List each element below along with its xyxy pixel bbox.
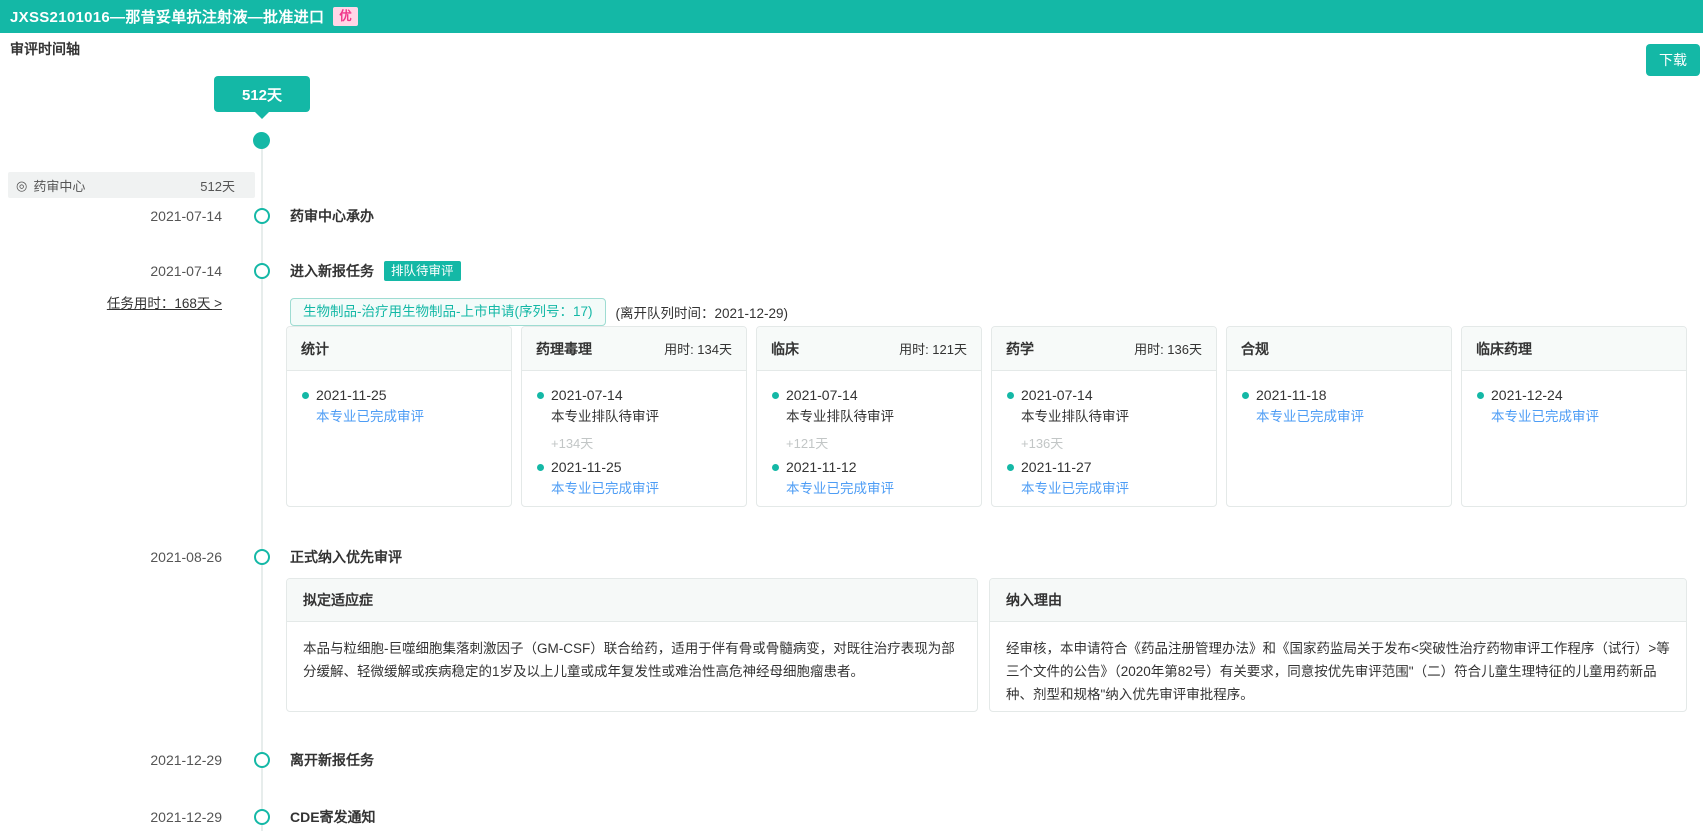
card-item: 2021-11-27 本专业已完成审评 — [1004, 457, 1204, 499]
event-label: 离开新报任务 — [290, 749, 374, 771]
item-status-link[interactable]: 本专业已完成审评 — [1021, 478, 1204, 499]
app-window: JXSS2101016—那昔妥单抗注射液—批准进口 优 审评时间轴 下载 512… — [0, 0, 1703, 831]
event-date: 2021-07-14 — [0, 205, 222, 227]
card-item: 2021-11-25 本专业已完成审评 — [534, 457, 734, 499]
discipline-card-statistics: 统计 2021-11-25 本专业已完成审评 — [286, 326, 512, 507]
indication-box-body: 本品与粒细胞-巨噬细胞集落刺激因子（GM-CSF）联合给药，适用于伴有骨或骨髓病… — [287, 622, 977, 698]
item-date: 2021-07-14 — [786, 385, 969, 406]
discipline-card-compliance: 合规 2021-11-18 本专业已完成审评 — [1226, 326, 1452, 507]
drug-title: JXSS2101016—那昔妥单抗注射液—批准进口 — [10, 6, 324, 27]
item-status-link[interactable]: 本专业已完成审评 — [1256, 406, 1439, 427]
discipline-card-clinical: 临床 用时: 121天 2021-07-14 本专业排队待审评 +121天 20… — [756, 326, 982, 507]
total-duration-tooltip: 512天 — [214, 76, 310, 112]
card-title: 统计 — [301, 339, 329, 359]
discipline-cards: 统计 2021-11-25 本专业已完成审评 药理毒理 用时: 134天 202… — [286, 326, 1687, 507]
priority-badge: 优 — [333, 7, 358, 27]
station-name: 药审中心 — [33, 176, 85, 195]
item-status-link[interactable]: 本专业已完成审评 — [316, 406, 499, 427]
event-date: 2021-12-29 — [0, 806, 222, 828]
card-title: 合规 — [1241, 339, 1269, 359]
card-item: 2021-07-14 本专业排队待审评 — [769, 385, 969, 427]
card-duration: 用时: 121天 — [899, 339, 967, 358]
card-title: 药理毒理 — [536, 339, 592, 359]
reason-box-title: 纳入理由 — [990, 579, 1686, 622]
event-node-icon — [254, 208, 270, 224]
item-status: 本专业排队待审评 — [551, 406, 734, 427]
event-date: 2021-07-14 — [0, 260, 222, 282]
item-gap-days: +136天 — [1004, 433, 1204, 452]
card-title: 临床药理 — [1476, 339, 1532, 359]
event-node-icon — [254, 263, 270, 279]
discipline-card-pharmtox: 药理毒理 用时: 134天 2021-07-14 本专业排队待审评 +134天 … — [521, 326, 747, 507]
discipline-card-pharmacy: 药学 用时: 136天 2021-07-14 本专业排队待审评 +136天 20… — [991, 326, 1217, 507]
timeline-event: 2021-07-14 进入新报任务 排队待审评 — [0, 260, 1703, 282]
timeline-start-dot — [253, 132, 270, 149]
item-date: 2021-07-14 — [551, 385, 734, 406]
page-title: 审评时间轴 — [10, 39, 80, 59]
event-node-icon — [254, 549, 270, 565]
item-status: 本专业排队待审评 — [1021, 406, 1204, 427]
item-status-link[interactable]: 本专业已完成审评 — [1491, 406, 1674, 427]
station-duration: 512天 — [200, 176, 235, 195]
item-date: 2021-12-24 — [1491, 385, 1674, 406]
item-gap-days: +121天 — [769, 433, 969, 452]
event-date: 2021-08-26 — [0, 546, 222, 568]
queue-status-badge: 排队待审评 — [384, 261, 461, 281]
reason-box-body: 经审核，本申请符合《药品注册管理办法》和《国家药监局关于发布<突破性治疗药物审评… — [990, 622, 1686, 712]
event-date: 2021-12-29 — [0, 749, 222, 771]
item-date: 2021-11-12 — [786, 457, 969, 478]
reason-box: 纳入理由 经审核，本申请符合《药品注册管理办法》和《国家药监局关于发布<突破性治… — [989, 578, 1687, 712]
download-button[interactable]: 下载 — [1646, 44, 1700, 76]
timeline-event: 2021-08-26 正式纳入优先审评 — [0, 546, 1703, 568]
item-gap-days: +134天 — [534, 433, 734, 452]
event-label: CDE寄发通知 — [290, 806, 376, 828]
item-date: 2021-11-18 — [1256, 385, 1439, 406]
event-label: 药审中心承办 — [290, 205, 374, 227]
card-title: 药学 — [1006, 339, 1034, 359]
location-pin-icon: ◎ — [16, 179, 27, 192]
card-item: 2021-11-18 本专业已完成审评 — [1239, 385, 1439, 427]
event-node-icon — [254, 752, 270, 768]
station-row: ◎ 药审中心 512天 — [8, 172, 255, 198]
indication-box-title: 拟定适应症 — [287, 579, 977, 622]
item-date: 2021-11-27 — [1021, 457, 1204, 478]
item-date: 2021-11-25 — [551, 457, 734, 478]
title-bar: JXSS2101016—那昔妥单抗注射液—批准进口 优 — [0, 0, 1703, 33]
timeline-event: 2021-12-29 离开新报任务 — [0, 749, 1703, 771]
card-title: 临床 — [771, 339, 799, 359]
discipline-card-clinpharm: 临床药理 2021-12-24 本专业已完成审评 — [1461, 326, 1687, 507]
timeline-event: 2021-12-29 CDE寄发通知 — [0, 806, 1703, 828]
queue-tag: 生物制品-治疗用生物制品-上市申请(序列号：17) — [290, 298, 606, 326]
card-item: 2021-11-25 本专业已完成审评 — [299, 385, 499, 427]
task-duration-link[interactable]: 任务用时：168天 > — [0, 292, 222, 312]
queue-info-row: 生物制品-治疗用生物制品-上市申请(序列号：17) (离开队列时间：2021-1… — [290, 298, 788, 326]
item-status-link[interactable]: 本专业已完成审评 — [786, 478, 969, 499]
event-node-icon — [254, 809, 270, 825]
timeline-line — [261, 140, 263, 831]
card-duration: 用时: 136天 — [1134, 339, 1202, 358]
card-item: 2021-07-14 本专业排队待审评 — [534, 385, 734, 427]
indication-box: 拟定适应症 本品与粒细胞-巨噬细胞集落刺激因子（GM-CSF）联合给药，适用于伴… — [286, 578, 978, 712]
queue-leave-note: (离开队列时间：2021-12-29) — [616, 302, 789, 322]
card-item: 2021-12-24 本专业已完成审评 — [1474, 385, 1674, 427]
card-item: 2021-11-12 本专业已完成审评 — [769, 457, 969, 499]
item-status: 本专业排队待审评 — [786, 406, 969, 427]
item-date: 2021-11-25 — [316, 385, 499, 406]
card-item: 2021-07-14 本专业排队待审评 — [1004, 385, 1204, 427]
event-label: 正式纳入优先审评 — [290, 546, 402, 568]
event-label: 进入新报任务 — [290, 260, 374, 282]
card-duration: 用时: 134天 — [664, 339, 732, 358]
item-date: 2021-07-14 — [1021, 385, 1204, 406]
timeline-event: 2021-07-14 药审中心承办 — [0, 205, 1703, 227]
item-status-link[interactable]: 本专业已完成审评 — [551, 478, 734, 499]
